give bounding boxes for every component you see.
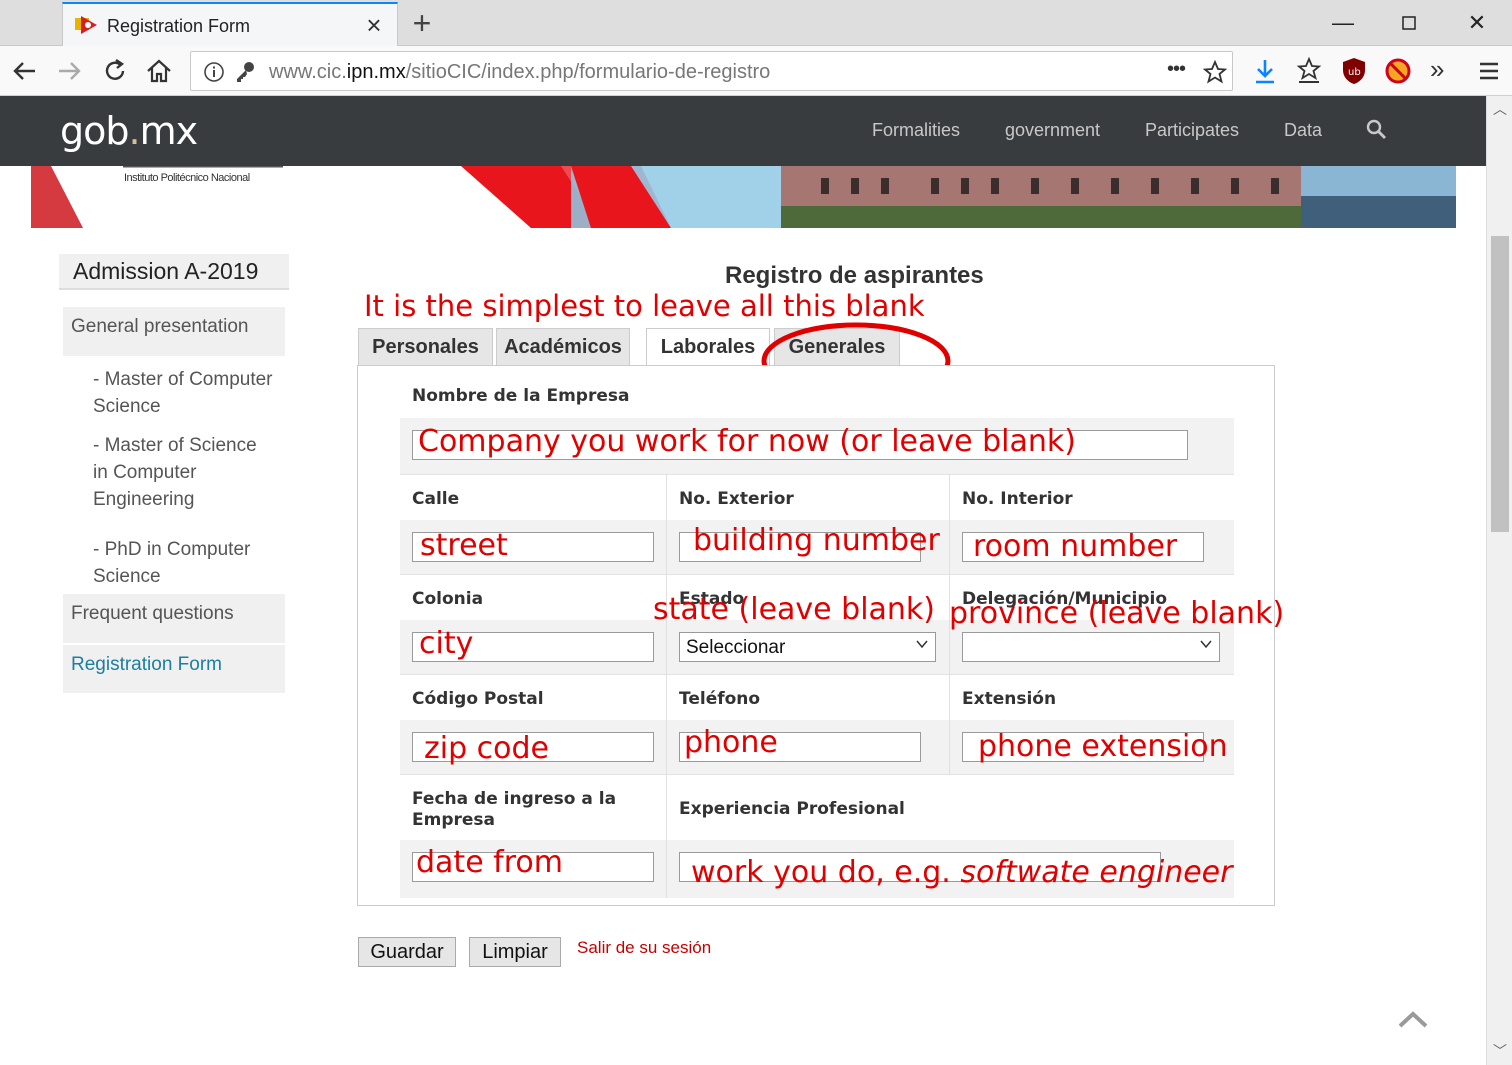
tab-laborales[interactable]: Laborales xyxy=(646,328,770,367)
gob-header: gob.mx Formalities government Participat… xyxy=(0,96,1486,166)
estado-select[interactable]: Seleccionar xyxy=(679,632,936,662)
label-empresa: Nombre de la Empresa xyxy=(412,386,630,406)
annotation-company: Company you work for now (or leave blank… xyxy=(418,424,1076,459)
annotation-state: state (leave blank) xyxy=(653,592,936,627)
url-bar[interactable]: www.cic.ipn.mx/sitioCIC/index.php/formul… xyxy=(190,51,1233,91)
key-icon[interactable] xyxy=(233,60,257,84)
minimize-window-icon[interactable]: — xyxy=(1320,6,1366,40)
annotation-street: street xyxy=(420,528,508,563)
chevron-down-icon xyxy=(916,640,928,649)
row-address-labels: Calle No. Exterior No. Interior xyxy=(400,474,1234,520)
annotation-date-from: date from xyxy=(416,845,563,880)
guardar-button[interactable]: Guardar xyxy=(358,937,456,967)
svg-text:ub: ub xyxy=(1348,67,1361,78)
library-star-icon[interactable] xyxy=(1292,54,1326,88)
label-codigo-postal: Código Postal xyxy=(412,689,544,709)
sidebar-item-faq[interactable]: Frequent questions xyxy=(63,594,285,643)
search-icon[interactable] xyxy=(1365,118,1389,142)
label-extension: Extensión xyxy=(962,689,1057,709)
nav-participates[interactable]: Participates xyxy=(1145,120,1239,141)
logout-link[interactable]: Salir de su sesión xyxy=(577,938,711,958)
label-fecha-ingreso: Fecha de ingreso a la Empresa xyxy=(412,789,617,830)
annotation-work: work you do, e.g. softwate engineer xyxy=(691,855,1233,890)
forward-arrow-icon[interactable] xyxy=(52,54,86,88)
new-tab-icon[interactable]: + xyxy=(406,6,438,40)
back-arrow-icon[interactable] xyxy=(8,54,42,88)
sidebar: Admission A-2019 General presentation - … xyxy=(59,254,289,693)
row-work-labels: Fecha de ingreso a la Empresa Experienci… xyxy=(400,774,1234,840)
browser-tabstrip: Registration Form × + — ✕ xyxy=(0,0,1512,46)
scroll-down-icon[interactable]: ﹀ xyxy=(1487,1040,1512,1062)
sidebar-item-master-ce[interactable]: - Master of Science in Computer Engineer… xyxy=(63,432,285,536)
institute-name: Instituto Politécnico Nacional xyxy=(124,172,250,184)
page-scrollbar[interactable]: ︿ ﹀ xyxy=(1486,96,1512,1065)
maximize-window-icon[interactable] xyxy=(1386,6,1432,40)
estado-selected: Seleccionar xyxy=(686,637,786,658)
sidebar-item-general-presentation[interactable]: General presentation xyxy=(63,307,285,356)
reload-icon[interactable] xyxy=(98,54,132,88)
hamburger-menu-icon[interactable] xyxy=(1472,54,1506,88)
label-telefono: Teléfono xyxy=(679,689,761,709)
close-window-icon[interactable]: ✕ xyxy=(1454,6,1500,40)
browser-tab[interactable]: Registration Form × xyxy=(62,2,398,46)
scroll-up-icon[interactable]: ︿ xyxy=(1487,98,1512,120)
sidebar-item-phd-cs[interactable]: - PhD in Computer Science xyxy=(63,536,285,590)
annotation-room: room number xyxy=(973,529,1178,564)
label-calle: Calle xyxy=(412,489,460,509)
browser-navbar: www.cic.ipn.mx/sitioCIC/index.php/formul… xyxy=(0,46,1512,96)
tab-title: Registration Form xyxy=(107,16,251,36)
annotation-header: It is the simplest to leave all this bla… xyxy=(364,289,925,323)
form-title: Registro de aspirantes xyxy=(725,262,984,289)
bookmark-star-icon[interactable] xyxy=(1203,60,1227,84)
site-favicon-icon xyxy=(75,16,97,34)
annotation-phone: phone xyxy=(684,725,778,760)
label-no-exterior: No. Exterior xyxy=(679,489,794,509)
annotation-building: building number xyxy=(693,523,940,558)
blocked-extension-icon[interactable] xyxy=(1381,54,1415,88)
home-icon[interactable] xyxy=(142,54,176,88)
label-colonia: Colonia xyxy=(412,589,484,609)
nav-government[interactable]: government xyxy=(1005,120,1100,141)
back-to-top-icon[interactable] xyxy=(1397,1008,1429,1030)
nav-data[interactable]: Data xyxy=(1284,120,1322,141)
ublock-shield-icon[interactable]: ub xyxy=(1337,54,1371,88)
limpiar-button[interactable]: Limpiar xyxy=(469,937,561,967)
sidebar-item-registration-form[interactable]: Registration Form xyxy=(63,645,285,693)
label-no-interior: No. Interior xyxy=(962,489,1073,509)
sidebar-heading: Admission A-2019 xyxy=(59,254,289,290)
column-divider xyxy=(666,474,667,898)
label-experiencia: Experiencia Profesional xyxy=(679,799,905,819)
overflow-chevrons-icon[interactable]: » xyxy=(1430,54,1444,85)
delegacion-select[interactable] xyxy=(962,632,1220,662)
annotation-phone-ext: phone extension xyxy=(978,729,1228,764)
ipn-banner: Instituto Politécnico Nacional xyxy=(31,166,1456,228)
annotation-zip: zip code xyxy=(424,731,550,766)
chevron-down-icon xyxy=(1200,640,1212,649)
download-icon[interactable] xyxy=(1248,54,1282,88)
page-content: gob.mx Formalities government Participat… xyxy=(0,96,1486,1065)
scroll-thumb[interactable] xyxy=(1491,236,1509,532)
close-tab-icon[interactable]: × xyxy=(361,12,387,38)
row-empresa-label: Nombre de la Empresa xyxy=(400,372,1234,418)
page-info-icon[interactable] xyxy=(203,61,225,83)
row-contact-labels: Código Postal Teléfono Extensión xyxy=(400,674,1234,720)
tab-personales[interactable]: Personales xyxy=(358,328,493,366)
annotation-province: province (leave blank) xyxy=(949,596,1285,631)
annotation-city: city xyxy=(419,626,474,661)
nav-formalities[interactable]: Formalities xyxy=(872,120,960,141)
url-text: www.cic.ipn.mx/sitioCIC/index.php/formul… xyxy=(269,61,771,83)
tab-academicos[interactable]: Académicos xyxy=(496,328,630,366)
gob-logo[interactable]: gob.mx xyxy=(60,109,198,153)
page-actions-icon[interactable]: ••• xyxy=(1167,58,1186,81)
sidebar-item-master-cs[interactable]: - Master of Computer Science xyxy=(63,356,285,432)
